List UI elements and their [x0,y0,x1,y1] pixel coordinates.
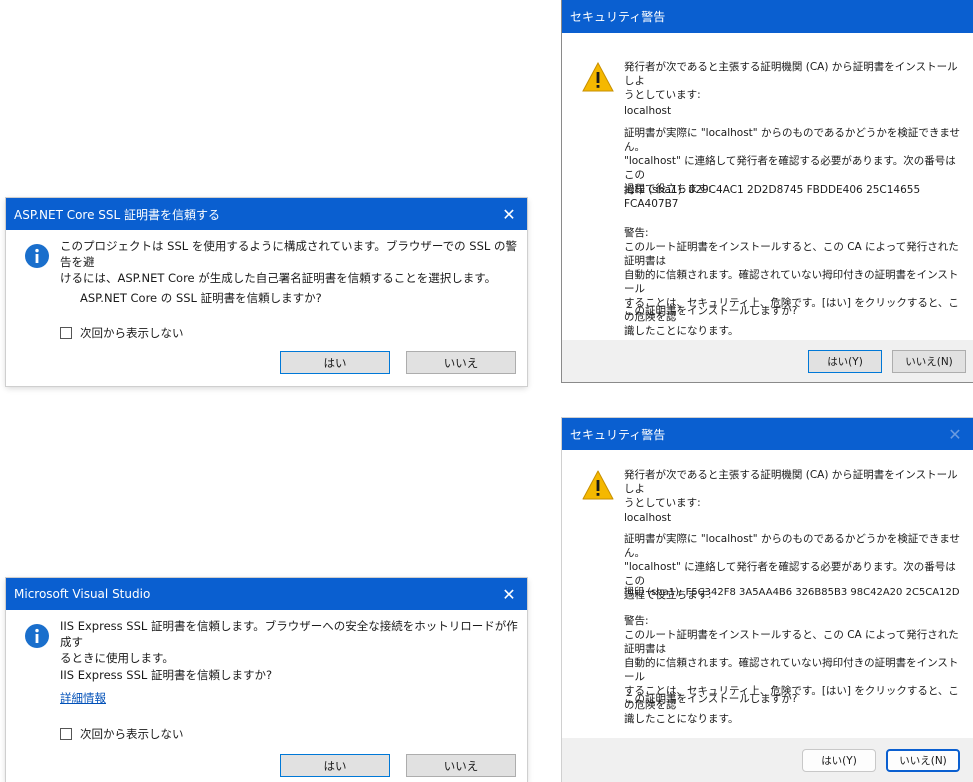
security2-verify-line1: 証明書が実際に "localhost" からのものであるかどうかを検証できません… [624,533,961,559]
close-icon[interactable]: ✕ [491,198,527,230]
security-warning-dialog-1: セキュリティ警告 発行者が次であると主張する証明機関 (CA) から証明書をイン… [562,0,973,382]
yes-button[interactable]: はい [280,351,390,374]
yes-button[interactable]: はい(Y) [802,749,876,772]
close-icon[interactable]: ✕ [491,578,527,610]
no-button[interactable]: いいえ(N) [892,350,966,373]
button-bar: はい(Y) いいえ(N) [562,738,973,782]
security-title-bar[interactable]: セキュリティ警告 ✕ [562,418,973,450]
aspnet-ssl-dialog: ASP.NET Core SSL 証明書を信頼する ✕ このプロジェクトは SS… [6,198,527,386]
vs-message-line2: るときに使用します。 [60,651,174,665]
security2-warning-line2: 自動的に信頼されます。確認されていない拇印付きの証明書をインストール [624,657,959,683]
security2-verify-line2: "localhost" に連絡して発行者を確認する必要があります。次の番号はこの [624,561,956,587]
security2-msg-line1: 発行者が次であると主張する証明機関 (CA) から証明書をインストールしよ [624,469,958,495]
security1-warning-line4: 識したことになります。 [624,325,739,337]
security1-host: localhost [624,105,672,117]
security2-msg-line2: うとしています: [624,497,701,509]
vs-dont-show-checkbox[interactable]: 次回から表示しない [60,726,184,742]
info-icon [25,244,49,268]
security-title: セキュリティ警告 [570,10,666,24]
warning-icon [582,62,614,92]
security1-warning-line2: 自動的に信頼されます。確認されていない拇印付きの証明書をインストール [624,269,959,295]
no-button[interactable]: いいえ [406,351,516,374]
details-link[interactable]: 詳細情報 [60,690,106,706]
aspnet-title: ASP.NET Core SSL 証明書を信頼する [14,207,221,222]
aspnet-title-bar[interactable]: ASP.NET Core SSL 証明書を信頼する ✕ [6,198,527,230]
security1-thumbprint-line1: 拇印 (sha1): 029C4AC1 2D2D8745 FBDDE406 25… [624,184,921,196]
aspnet-question: ASP.NET Core の SSL 証明書を信頼しますか? [80,291,322,305]
security2-thumbprint: 拇印 (sha1): F5C342F8 3A5AA4B6 326B85B3 98… [624,587,960,598]
security1-warning-heading: 警告: [624,227,649,239]
warning-icon [582,470,614,500]
yes-button[interactable]: はい [280,754,390,777]
info-icon [25,624,49,648]
security2-host: localhost [624,512,672,524]
vs-title-bar[interactable]: Microsoft Visual Studio ✕ [6,578,527,610]
security-warning-dialog-2: セキュリティ警告 ✕ 発行者が次であると主張する証明機関 (CA) から証明書を… [562,418,973,782]
security-title-bar[interactable]: セキュリティ警告 [562,0,973,33]
security1-verify-line1: 証明書が実際に "localhost" からのものであるかどうかを検証できません… [624,127,961,153]
yes-button[interactable]: はい(Y) [808,350,882,373]
checkbox[interactable] [60,728,72,740]
security-title: セキュリティ警告 [570,427,666,442]
checkbox-label: 次回から表示しない [80,727,184,741]
security2-question: この証明書をインストールしますか? [624,693,798,705]
vs-title: Microsoft Visual Studio [14,587,151,601]
no-button[interactable]: いいえ(N) [886,749,960,772]
button-bar: はい(Y) いいえ(N) [562,340,973,382]
security1-warning-line1: このルート証明書をインストールすると、この CA によって発行された証明書は [624,241,959,267]
checkbox-label: 次回から表示しない [80,326,184,340]
aspnet-message-line1: このプロジェクトは SSL を使用するように構成されています。ブラウザーでの S… [60,239,517,269]
security2-warning-heading: 警告: [624,615,649,627]
security1-msg-line1: 発行者が次であると主張する証明機関 (CA) から証明書をインストールしよ [624,61,958,87]
checkbox[interactable] [60,327,72,339]
close-icon[interactable]: ✕ [937,418,973,450]
security1-verify-line2: "localhost" に連絡して発行者を確認する必要があります。次の番号はこの [624,155,956,181]
security2-warning-line1: このルート証明書をインストールすると、この CA によって発行された証明書は [624,629,959,655]
vs-question: IIS Express SSL 証明書を信頼しますか? [60,668,273,682]
security1-question: この証明書をインストールしますか? [624,305,798,317]
aspnet-dont-show-checkbox[interactable]: 次回から表示しない [60,325,184,341]
security2-warning-line4: 識したことになります。 [624,713,739,725]
no-button[interactable]: いいえ [406,754,516,777]
vs-message-line1: IIS Express SSL 証明書を信頼します。ブラウザーへの安全な接続をホ… [60,619,518,649]
aspnet-message-line2: けるには、ASP.NET Core が生成した自己署名証明書を信頼することを選択… [60,271,497,285]
security1-msg-line2: うとしています: [624,89,701,101]
vs-iis-ssl-dialog: Microsoft Visual Studio ✕ IIS Express SS… [6,578,527,782]
security1-thumbprint-line2: FCA407B7 [624,198,679,210]
